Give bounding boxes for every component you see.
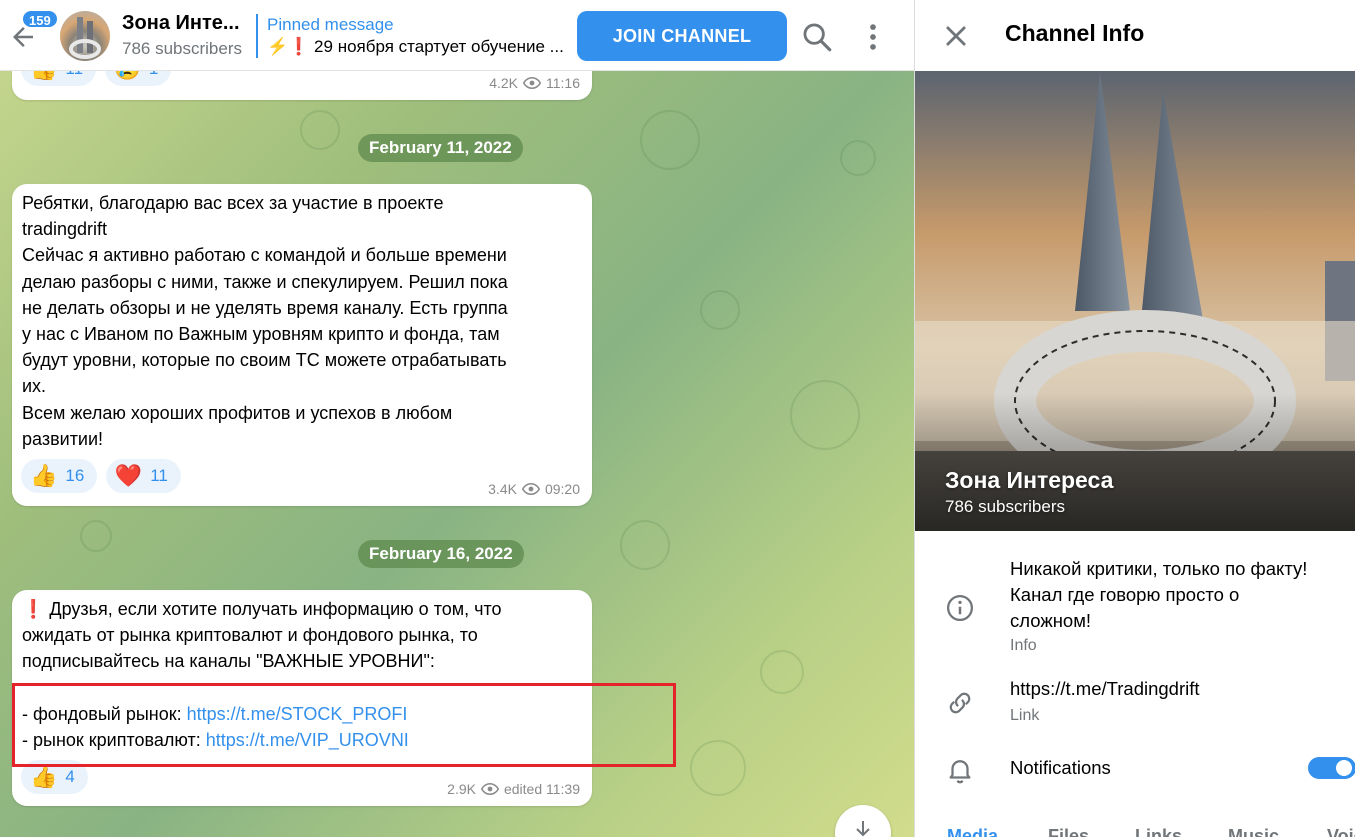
view-count: 4.2K [489,75,518,91]
pinned-message[interactable]: Pinned message ⚡❗ 29 ноября стартует обу… [256,14,566,58]
eye-icon [480,783,499,795]
view-count: 3.4K [488,481,517,497]
background-doodle [790,380,860,450]
message-meta: 2.9K edited 11:39 [447,781,580,797]
message-line: развитии! [22,428,104,449]
join-channel-button[interactable]: JOIN CHANNEL [577,11,787,61]
reaction-count: 4 [65,767,75,786]
info-icon [945,593,975,623]
date-separator: February 11, 2022 [358,134,523,162]
description-caption: Info [1010,637,1037,654]
channel-avatar[interactable] [60,11,110,61]
subscriber-count: 786 subscribers [122,39,243,58]
arrow-down-icon [856,821,870,837]
background-doodle [760,650,804,694]
channel-subscribers: 786 subscribers [945,497,1066,516]
background-doodle [80,520,112,552]
channel-info-panel: Channel Info Зона Интереса 786 subscribe… [914,0,1355,837]
channel-title[interactable]: Зона Инте... [122,12,240,35]
message-line: подписывайтесь на каналы "ВАЖНЫЕ УРОВНИ"… [22,651,435,672]
message-line: Ребятки, благодарю вас всех за участие в… [22,193,444,213]
shared-media-tabs: Media Files Links Music Voice [915,818,1355,837]
chat-header: 159 Зона Инте... 786 subscribers Pinned … [0,0,914,71]
message-line: Сейчас я активно работаю с командой и бо… [22,245,507,266]
background-doodle [300,110,340,150]
reaction-thumbs-up[interactable]: 👍 16 [21,459,98,493]
tab-voice[interactable]: Voice [1327,826,1355,837]
message-line: будут уровни, которые по своим ТС можете… [22,350,507,371]
link-caption: Link [1010,707,1040,724]
info-notifications-row[interactable]: Notifications [915,745,1355,795]
thumbs-up-icon: 👍 [30,463,58,488]
tab-files[interactable]: Files [1048,826,1089,837]
eye-icon [523,77,541,89]
tab-links[interactable]: Links [1135,826,1182,837]
reaction-count: 11 [150,466,168,485]
message-line: не делать обзоры и не уделять время кана… [22,297,508,318]
pinned-message-label: Pinned message [267,15,394,34]
date-separator: February 16, 2022 [358,540,524,568]
channel-name: Зона Интереса [945,467,1114,493]
thumbs-up-icon: 👍 [30,764,58,789]
channel-description: Никакой критики, только по факту! Канал … [1010,556,1350,634]
description-line: сложном! [1010,610,1092,631]
background-doodle [700,290,740,330]
unread-count-badge: 159 [21,9,59,29]
message-line: Всем желаю хороших профитов и успехов в … [22,402,453,423]
reaction-heart[interactable]: ❤️ 11 [105,459,181,493]
heart-icon: ❤️ [114,463,143,488]
message-time: 11:16 [546,75,580,91]
message-text: Ребятки, благодарю вас всех за участие в… [22,190,582,452]
message-line: ожидать от рынка криптовалют и фондового… [22,625,478,646]
message-line: tradingdrift [22,219,108,240]
more-options-icon[interactable] [856,20,890,54]
message-bubble: Ребятки, благодарю вас всех за участие в… [12,184,592,506]
message-time: 09:20 [544,481,580,497]
info-header: Channel Info [915,0,1355,71]
notifications-label: Notifications [1010,757,1111,778]
description-line: Канал где говорю просто о [1010,584,1240,605]
notifications-toggle[interactable] [1308,757,1355,779]
info-title: Channel Info [1005,20,1145,46]
channel-link: https://t.me/Tradingdrift [1010,678,1200,699]
search-icon[interactable] [800,20,834,54]
description-line: Никакой критики, только по факту! [1010,558,1308,579]
background-doodle [620,520,670,570]
scroll-down-button[interactable] [835,805,891,837]
message-meta: 3.4K 09:20 [488,481,580,497]
message-line: ❗ Друзья, если хотите получать информаци… [22,599,502,619]
close-icon[interactable] [942,22,970,50]
pinned-message-text: ⚡❗ 29 ноября стартует обучение ... [267,37,564,56]
message-meta: 4.2K 11:16 [489,75,580,91]
link-icon [945,688,975,718]
message-line: их. [22,376,47,397]
message-time: edited 11:39 [503,781,580,797]
message-line: делаю разборы с ними, также и спекулируе… [22,271,508,292]
tab-media[interactable]: Media [947,826,998,837]
bell-icon [945,755,975,785]
view-count: 2.9K [447,781,476,797]
background-doodle [640,110,700,170]
chat-panel: 159 Зона Инте... 786 subscribers Pinned … [0,0,914,837]
info-description-row[interactable]: Никакой критики, только по факту! Канал … [915,548,1355,668]
eye-icon [521,483,540,495]
message-line: у нас с Иваном по Важным уровням крипто … [22,324,500,345]
background-doodle [840,140,876,176]
reaction-count: 16 [65,466,85,485]
highlight-box [12,683,676,767]
channel-cover-photo[interactable] [915,71,1355,531]
background-doodle [690,740,746,796]
tab-music[interactable]: Music [1228,826,1279,837]
info-link-row[interactable]: https://t.me/Tradingdrift Link [915,676,1355,736]
toggle-knob [1334,758,1354,778]
